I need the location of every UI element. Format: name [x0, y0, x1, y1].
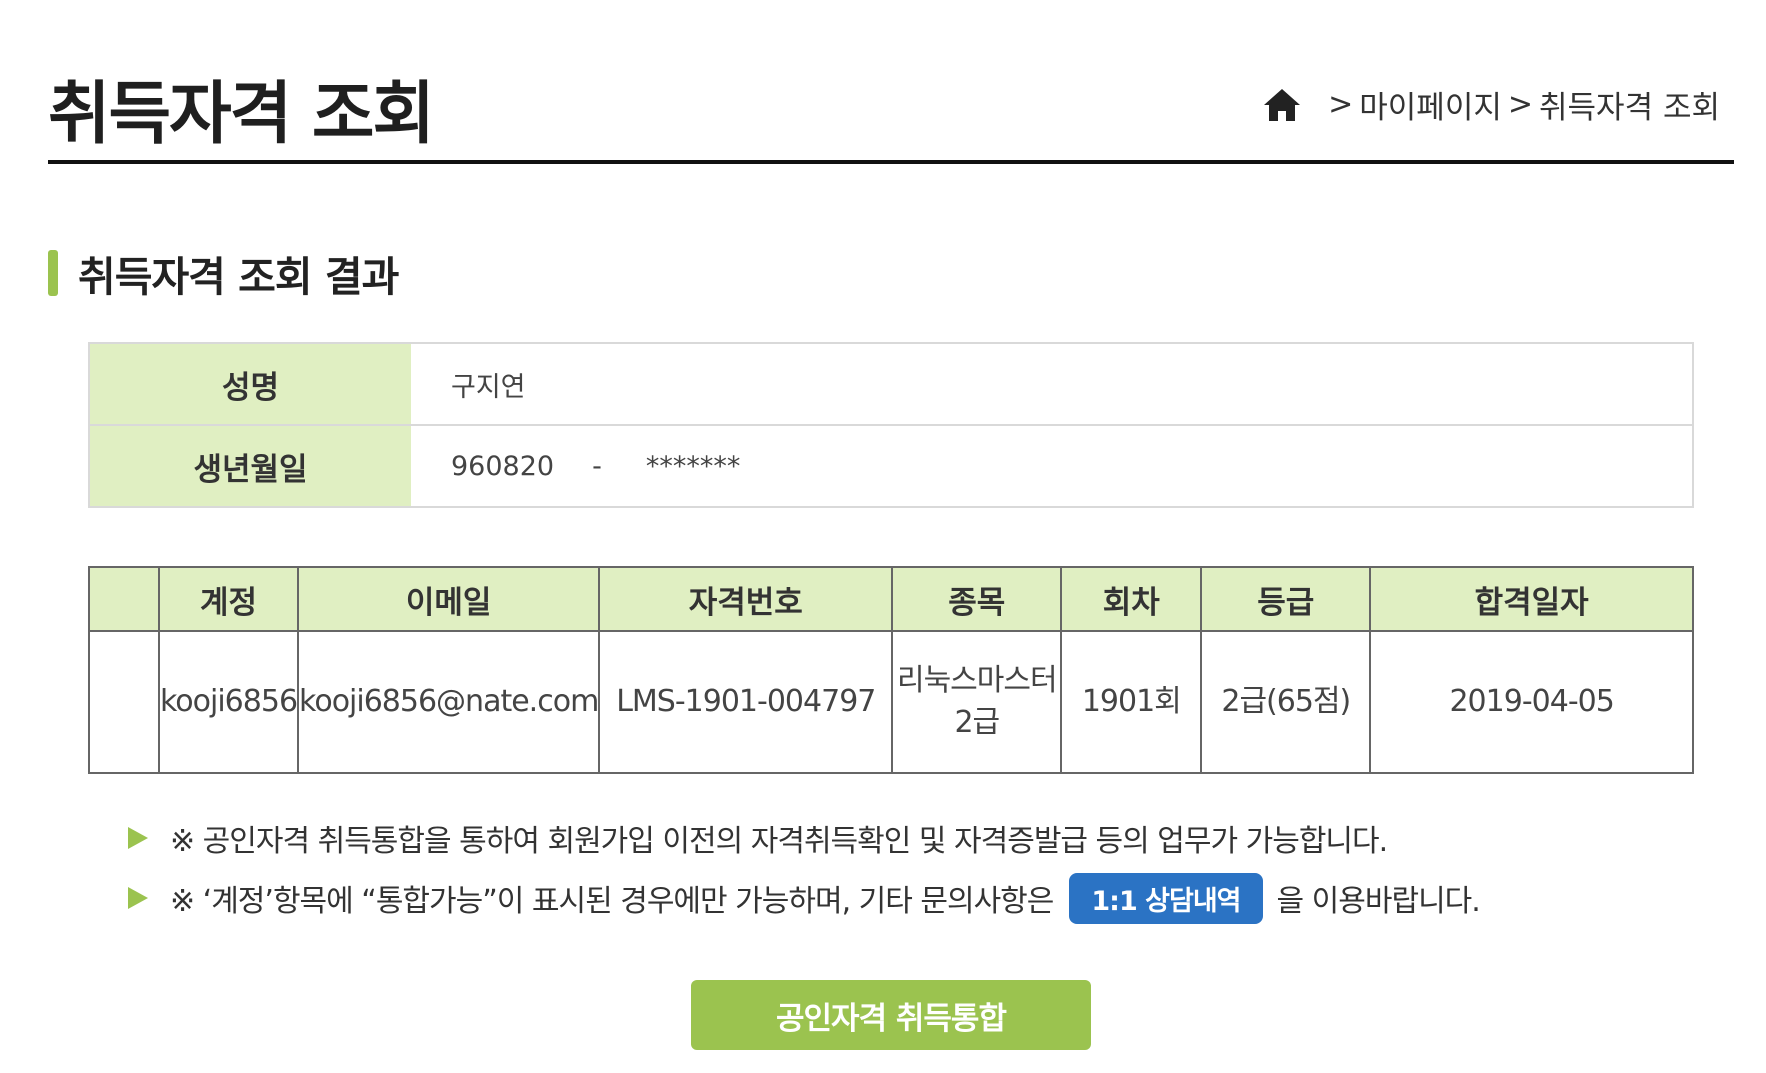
birth-dash: -: [592, 450, 602, 482]
section-title: 취득자격 조회 결과: [48, 248, 399, 301]
triangle-right-icon: [128, 827, 148, 849]
subject-line1: 리눅스마스터: [896, 663, 1058, 698]
breadcrumb-separator: >: [1328, 87, 1354, 122]
triangle-right-icon: [128, 887, 148, 909]
notice-text-1: ※ 공인자격 취득통합을 통하여 회원가입 이전의 자격취득확인 및 자격증발급…: [170, 824, 1388, 859]
notice-item: ※ 공인자격 취득통합을 통하여 회원가입 이전의 자격취득확인 및 자격증발급…: [128, 808, 1480, 868]
cell-grade: 2급(65점): [1200, 630, 1372, 774]
home-icon[interactable]: [1262, 85, 1302, 125]
birth-value: 960820 - *******: [411, 425, 1693, 507]
info-row-birth: 생년월일 960820 - *******: [89, 425, 1693, 507]
cell-cert-no: LMS-1901-004797: [598, 630, 894, 774]
cell-account: kooji6856: [157, 630, 300, 774]
cell-blank: [88, 630, 160, 774]
column-header-round: 회차: [1060, 566, 1203, 632]
cell-email: kooji6856@nate.com: [297, 630, 601, 774]
notice-list: ※ 공인자격 취득통합을 통하여 회원가입 이전의 자격취득확인 및 자격증발급…: [128, 808, 1481, 928]
breadcrumb-separator: >: [1507, 87, 1534, 122]
info-row-name: 성명 구지연: [89, 343, 1693, 426]
breadcrumb-item-mypage[interactable]: 마이페이지: [1359, 82, 1502, 127]
page-header: 취득자격 조회 > 마이페이지 > 취득자격 조회: [48, 40, 1734, 164]
cell-subject: 리눅스마스터 2급: [891, 630, 1063, 774]
breadcrumb: > 마이페이지 > 취득자격 조회: [1262, 82, 1720, 127]
subject-line2: 2급: [954, 705, 1000, 740]
personal-info-table: 성명 구지연 생년월일 960820 - *******: [88, 342, 1694, 508]
breadcrumb-item-current: 취득자격 조회: [1539, 90, 1720, 126]
notice-text-2-before: ※ ‘계정’항목에 “통합가능”이 표시된 경우에만 가능하며, 기타 문의사항…: [170, 884, 1054, 919]
table-row: kooji6856 kooji6856@nate.com LMS-1901-00…: [88, 630, 1694, 774]
consult-history-button[interactable]: 1:1 상담내역: [1069, 872, 1263, 924]
notice-item: ※ ‘계정’항목에 “통합가능”이 표시된 경우에만 가능하며, 기타 문의사항…: [128, 868, 1481, 928]
column-header-pass-date: 합격일자: [1369, 566, 1694, 632]
page-title: 취득자격 조회: [48, 75, 435, 154]
column-header-subject: 종목: [891, 566, 1063, 632]
cell-round: 1901회: [1060, 630, 1203, 774]
column-header-account: 계정: [157, 566, 300, 632]
birth-label: 생년월일: [89, 425, 411, 507]
column-header-blank: [88, 566, 160, 632]
column-header-cert-no: 자격번호: [598, 566, 894, 632]
birth-back: *******: [645, 450, 741, 482]
name-label: 성명: [89, 343, 411, 426]
notice-text-2-after: 을 이용바랍니다.: [1276, 884, 1481, 919]
table-header-row: 계정 이메일 자격번호 종목 회차 등급 합격일자: [88, 566, 1694, 632]
integrate-qualification-button[interactable]: 공인자격 취득통합: [691, 980, 1091, 1050]
name-value: 구지연: [411, 343, 1693, 426]
column-header-email: 이메일: [297, 566, 601, 632]
cell-pass-date: 2019-04-05: [1369, 630, 1694, 774]
section-heading: 취득자격 조회 결과: [78, 253, 399, 301]
birth-front: 960820: [451, 450, 555, 482]
column-header-grade: 등급: [1200, 566, 1372, 632]
qualification-result-table: 계정 이메일 자격번호 종목 회차 등급 합격일자 kooji6856 kooj…: [88, 566, 1694, 774]
section-accent-bar: [48, 250, 58, 296]
